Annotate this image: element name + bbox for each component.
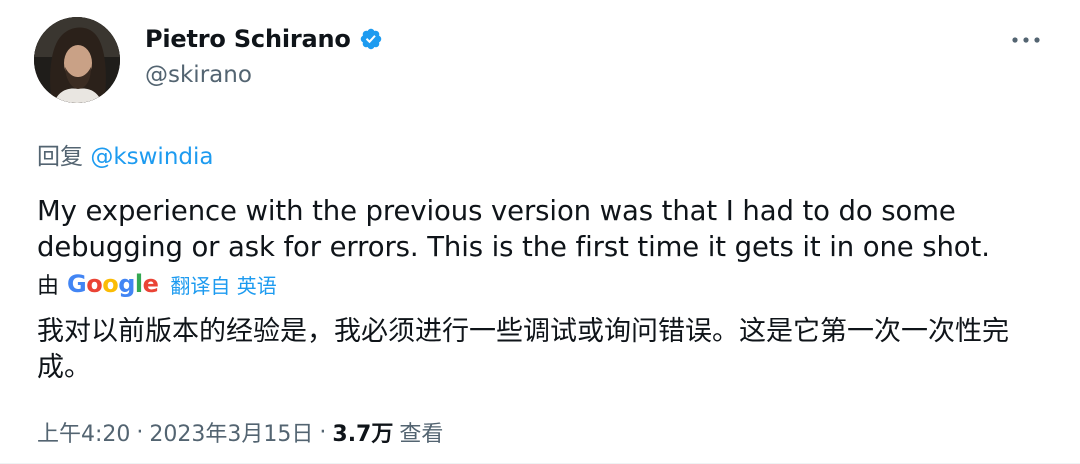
translation-attribution: 由 Google 翻译自 英语 bbox=[37, 268, 277, 300]
views-count: 3.7万 bbox=[332, 422, 394, 447]
author-handle[interactable]: @skirano bbox=[145, 62, 252, 88]
tweet-text-content: My experience with the previous version … bbox=[37, 195, 990, 263]
translated-text: 我对以前版本的经验是，我必须进行一些调试或询问错误。这是它第一次一次性完成。 bbox=[37, 314, 1047, 386]
tweet-metadata: 上午4:20 · 2023年3月15日 · 3.7万 查看 bbox=[37, 416, 443, 448]
avatar[interactable] bbox=[34, 17, 120, 103]
avatar-photo bbox=[34, 17, 120, 103]
meta-separator: · bbox=[319, 419, 327, 445]
verified-badge-icon bbox=[359, 27, 383, 51]
more-horizontal-icon bbox=[1012, 37, 1040, 43]
reply-context: 回复 @kswindia bbox=[37, 137, 213, 171]
views-label[interactable]: 查看 bbox=[399, 416, 443, 448]
reply-prefix: 回复 bbox=[37, 144, 83, 170]
translated-by-label: 由 bbox=[37, 274, 60, 299]
reply-mention-link[interactable]: @kswindia bbox=[90, 144, 213, 170]
author-name-row: Pietro Schirano bbox=[145, 25, 383, 53]
author-display-name[interactable]: Pietro Schirano bbox=[145, 25, 351, 53]
translated-from-link[interactable]: 翻译自 英语 bbox=[170, 270, 276, 299]
tweet-text: My experience with the previous version … bbox=[37, 193, 1047, 265]
tweet-date[interactable]: 2023年3月15日 bbox=[149, 416, 313, 448]
more-options-button[interactable] bbox=[1008, 30, 1044, 50]
tweet-time[interactable]: 上午4:20 bbox=[37, 416, 130, 448]
translated-text-content: 我对以前版本的经验是，我必须进行一些调试或询问错误。这是它第一次一次性完成。 bbox=[37, 316, 1009, 383]
google-logo: Google bbox=[67, 270, 159, 298]
meta-separator: · bbox=[136, 419, 144, 445]
